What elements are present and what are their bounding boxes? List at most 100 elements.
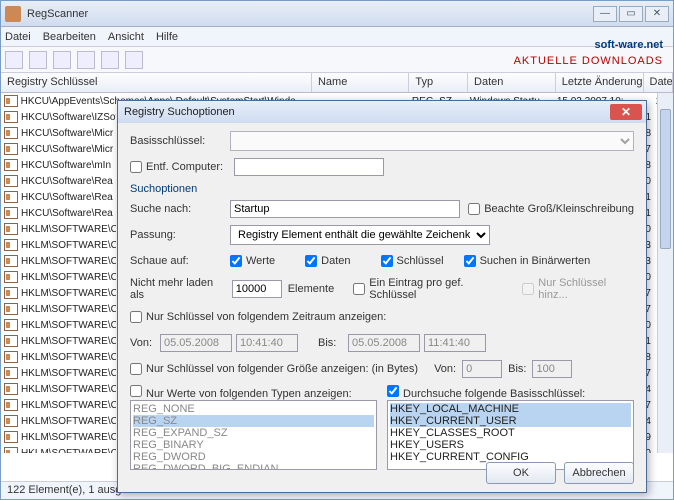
reg-icon bbox=[4, 175, 18, 187]
list-item[interactable]: REG_DWORD bbox=[133, 451, 374, 463]
reg-icon bbox=[4, 111, 18, 123]
label-case: Beachte Groß/Kleinschreibung bbox=[484, 203, 634, 215]
remote-computer-checkbox[interactable] bbox=[130, 161, 142, 173]
ok-button[interactable]: OK bbox=[486, 462, 556, 484]
list-item[interactable]: HKEY_CLASSES_ROOT bbox=[390, 427, 631, 439]
close-button[interactable]: ✕ bbox=[645, 6, 669, 22]
label-limit: Nicht mehr laden als bbox=[130, 277, 226, 301]
list-item[interactable]: REG_BINARY bbox=[133, 439, 374, 451]
label-search-for: Suche nach: bbox=[130, 203, 230, 215]
label-types: Nur Werte von folgenden Typen anzeigen: bbox=[146, 388, 352, 400]
scrollbar-thumb[interactable] bbox=[660, 109, 671, 249]
toolbar-btn-2[interactable] bbox=[29, 51, 47, 69]
binary-checkbox[interactable] bbox=[464, 255, 476, 267]
types-listbox[interactable]: REG_NONEREG_SZREG_EXPAND_SZREG_BINARYREG… bbox=[130, 400, 377, 470]
row-key: HKLM\SOFTWARE\C bbox=[21, 448, 116, 454]
toolbar-btn-4[interactable] bbox=[77, 51, 95, 69]
col-name[interactable]: Name bbox=[312, 73, 409, 92]
reg-icon bbox=[4, 239, 18, 251]
only-keys-checkbox bbox=[522, 283, 534, 295]
limit-input[interactable] bbox=[232, 280, 282, 298]
minimize-button[interactable]: — bbox=[593, 6, 617, 22]
row-key: HKLM\SOFTWARE\C bbox=[21, 224, 116, 235]
hives-checkbox[interactable] bbox=[387, 385, 399, 397]
row-key: HKLM\SOFTWARE\C bbox=[21, 416, 116, 427]
list-item[interactable]: HKEY_CURRENT_USER bbox=[390, 415, 631, 427]
maximize-button[interactable]: ▭ bbox=[619, 6, 643, 22]
reg-icon bbox=[4, 207, 18, 219]
label-hives: Durchsuche folgende Basisschlüssel: bbox=[403, 388, 585, 400]
matching-select[interactable]: Registry Element enthält die gewählte Ze… bbox=[230, 225, 490, 245]
menu-hilfe[interactable]: Hilfe bbox=[156, 31, 178, 43]
remote-computer-input[interactable] bbox=[234, 158, 384, 176]
from-date-input[interactable] bbox=[160, 334, 232, 352]
toolbar-btn-3[interactable] bbox=[53, 51, 71, 69]
reg-icon bbox=[4, 415, 18, 427]
dialog-close-button[interactable]: ✕ bbox=[610, 104, 642, 120]
reg-icon bbox=[4, 447, 18, 453]
size-from-input[interactable] bbox=[462, 360, 502, 378]
menu-datei[interactable]: Datei bbox=[5, 31, 31, 43]
search-input[interactable] bbox=[230, 200, 460, 218]
logo-ware: ware bbox=[618, 39, 643, 51]
list-item[interactable]: REG_DWORD_BIG_ENDIAN bbox=[133, 463, 374, 470]
to-date-input[interactable] bbox=[348, 334, 420, 352]
vertical-scrollbar[interactable] bbox=[657, 93, 673, 453]
timerange-checkbox[interactable] bbox=[130, 311, 142, 323]
row-key: HKLM\SOFTWARE\C bbox=[21, 368, 116, 379]
one-entry-checkbox[interactable] bbox=[353, 283, 365, 295]
toolbar-btn-5[interactable] bbox=[101, 51, 119, 69]
from-time-input[interactable] bbox=[236, 334, 298, 352]
list-item[interactable]: REG_NONE bbox=[133, 403, 374, 415]
label-size-to: Bis: bbox=[508, 363, 526, 375]
row-key: HKLM\SOFTWARE\C bbox=[21, 352, 116, 363]
reg-icon bbox=[4, 367, 18, 379]
label-elements: Elemente bbox=[288, 283, 334, 295]
label-from: Von: bbox=[130, 337, 160, 349]
col-length[interactable]: Datenl bbox=[644, 73, 674, 92]
toolbar-btn-1[interactable] bbox=[5, 51, 23, 69]
list-item[interactable]: REG_EXPAND_SZ bbox=[133, 427, 374, 439]
row-key: HKLM\SOFTWARE\C bbox=[21, 304, 116, 315]
row-key: HKLM\SOFTWARE\C bbox=[21, 320, 116, 331]
reg-icon bbox=[4, 191, 18, 203]
row-key: HKCU\Software\Rea bbox=[21, 208, 116, 219]
list-item[interactable]: HKEY_LOCAL_MACHINE bbox=[390, 403, 631, 415]
branding-logo: soft-ware.net AKTUELLE DOWNLOADS bbox=[514, 27, 663, 67]
list-item[interactable]: HKEY_USERS bbox=[390, 439, 631, 451]
row-key: HKLM\SOFTWARE\C bbox=[21, 384, 116, 395]
logo-subtitle: AKTUELLE DOWNLOADS bbox=[514, 55, 663, 67]
reg-icon bbox=[4, 319, 18, 331]
col-data[interactable]: Daten bbox=[468, 73, 556, 92]
menu-bearbeiten[interactable]: Bearbeiten bbox=[43, 31, 96, 43]
col-registry-key[interactable]: Registry Schlüssel bbox=[1, 73, 312, 92]
values-checkbox[interactable] bbox=[230, 255, 242, 267]
col-date[interactable]: Letzte Änderung bbox=[556, 73, 644, 92]
label-only-keys: Nur Schlüssel hinz... bbox=[538, 277, 634, 301]
to-time-input[interactable] bbox=[424, 334, 486, 352]
row-key: HKLM\SOFTWARE\C bbox=[21, 272, 116, 283]
row-key: HKCU\Software\Rea bbox=[21, 192, 116, 203]
data-checkbox[interactable] bbox=[305, 255, 317, 267]
row-key: HKCU\Software\Rea bbox=[21, 176, 116, 187]
label-matching: Passung: bbox=[130, 229, 230, 241]
col-type[interactable]: Typ bbox=[409, 73, 468, 92]
hives-listbox[interactable]: HKEY_LOCAL_MACHINEHKEY_CURRENT_USERHKEY_… bbox=[387, 400, 634, 470]
size-checkbox[interactable] bbox=[130, 363, 142, 375]
size-to-input[interactable] bbox=[532, 360, 572, 378]
list-item[interactable]: REG_SZ bbox=[133, 415, 374, 427]
menu-ansicht[interactable]: Ansicht bbox=[108, 31, 144, 43]
types-checkbox[interactable] bbox=[130, 385, 142, 397]
case-checkbox[interactable] bbox=[468, 203, 480, 215]
cancel-button[interactable]: Abbrechen bbox=[564, 462, 634, 484]
row-key: HKLM\SOFTWARE\C bbox=[21, 240, 116, 251]
label-to: Bis: bbox=[318, 337, 348, 349]
reg-icon bbox=[4, 255, 18, 267]
app-icon bbox=[5, 6, 21, 22]
reg-icon bbox=[4, 95, 18, 107]
basiskey-select[interactable] bbox=[230, 131, 634, 151]
reg-icon bbox=[4, 143, 18, 155]
keys-checkbox[interactable] bbox=[381, 255, 393, 267]
dialog-title: Registry Suchoptionen bbox=[122, 106, 610, 118]
toolbar-btn-6[interactable] bbox=[125, 51, 143, 69]
